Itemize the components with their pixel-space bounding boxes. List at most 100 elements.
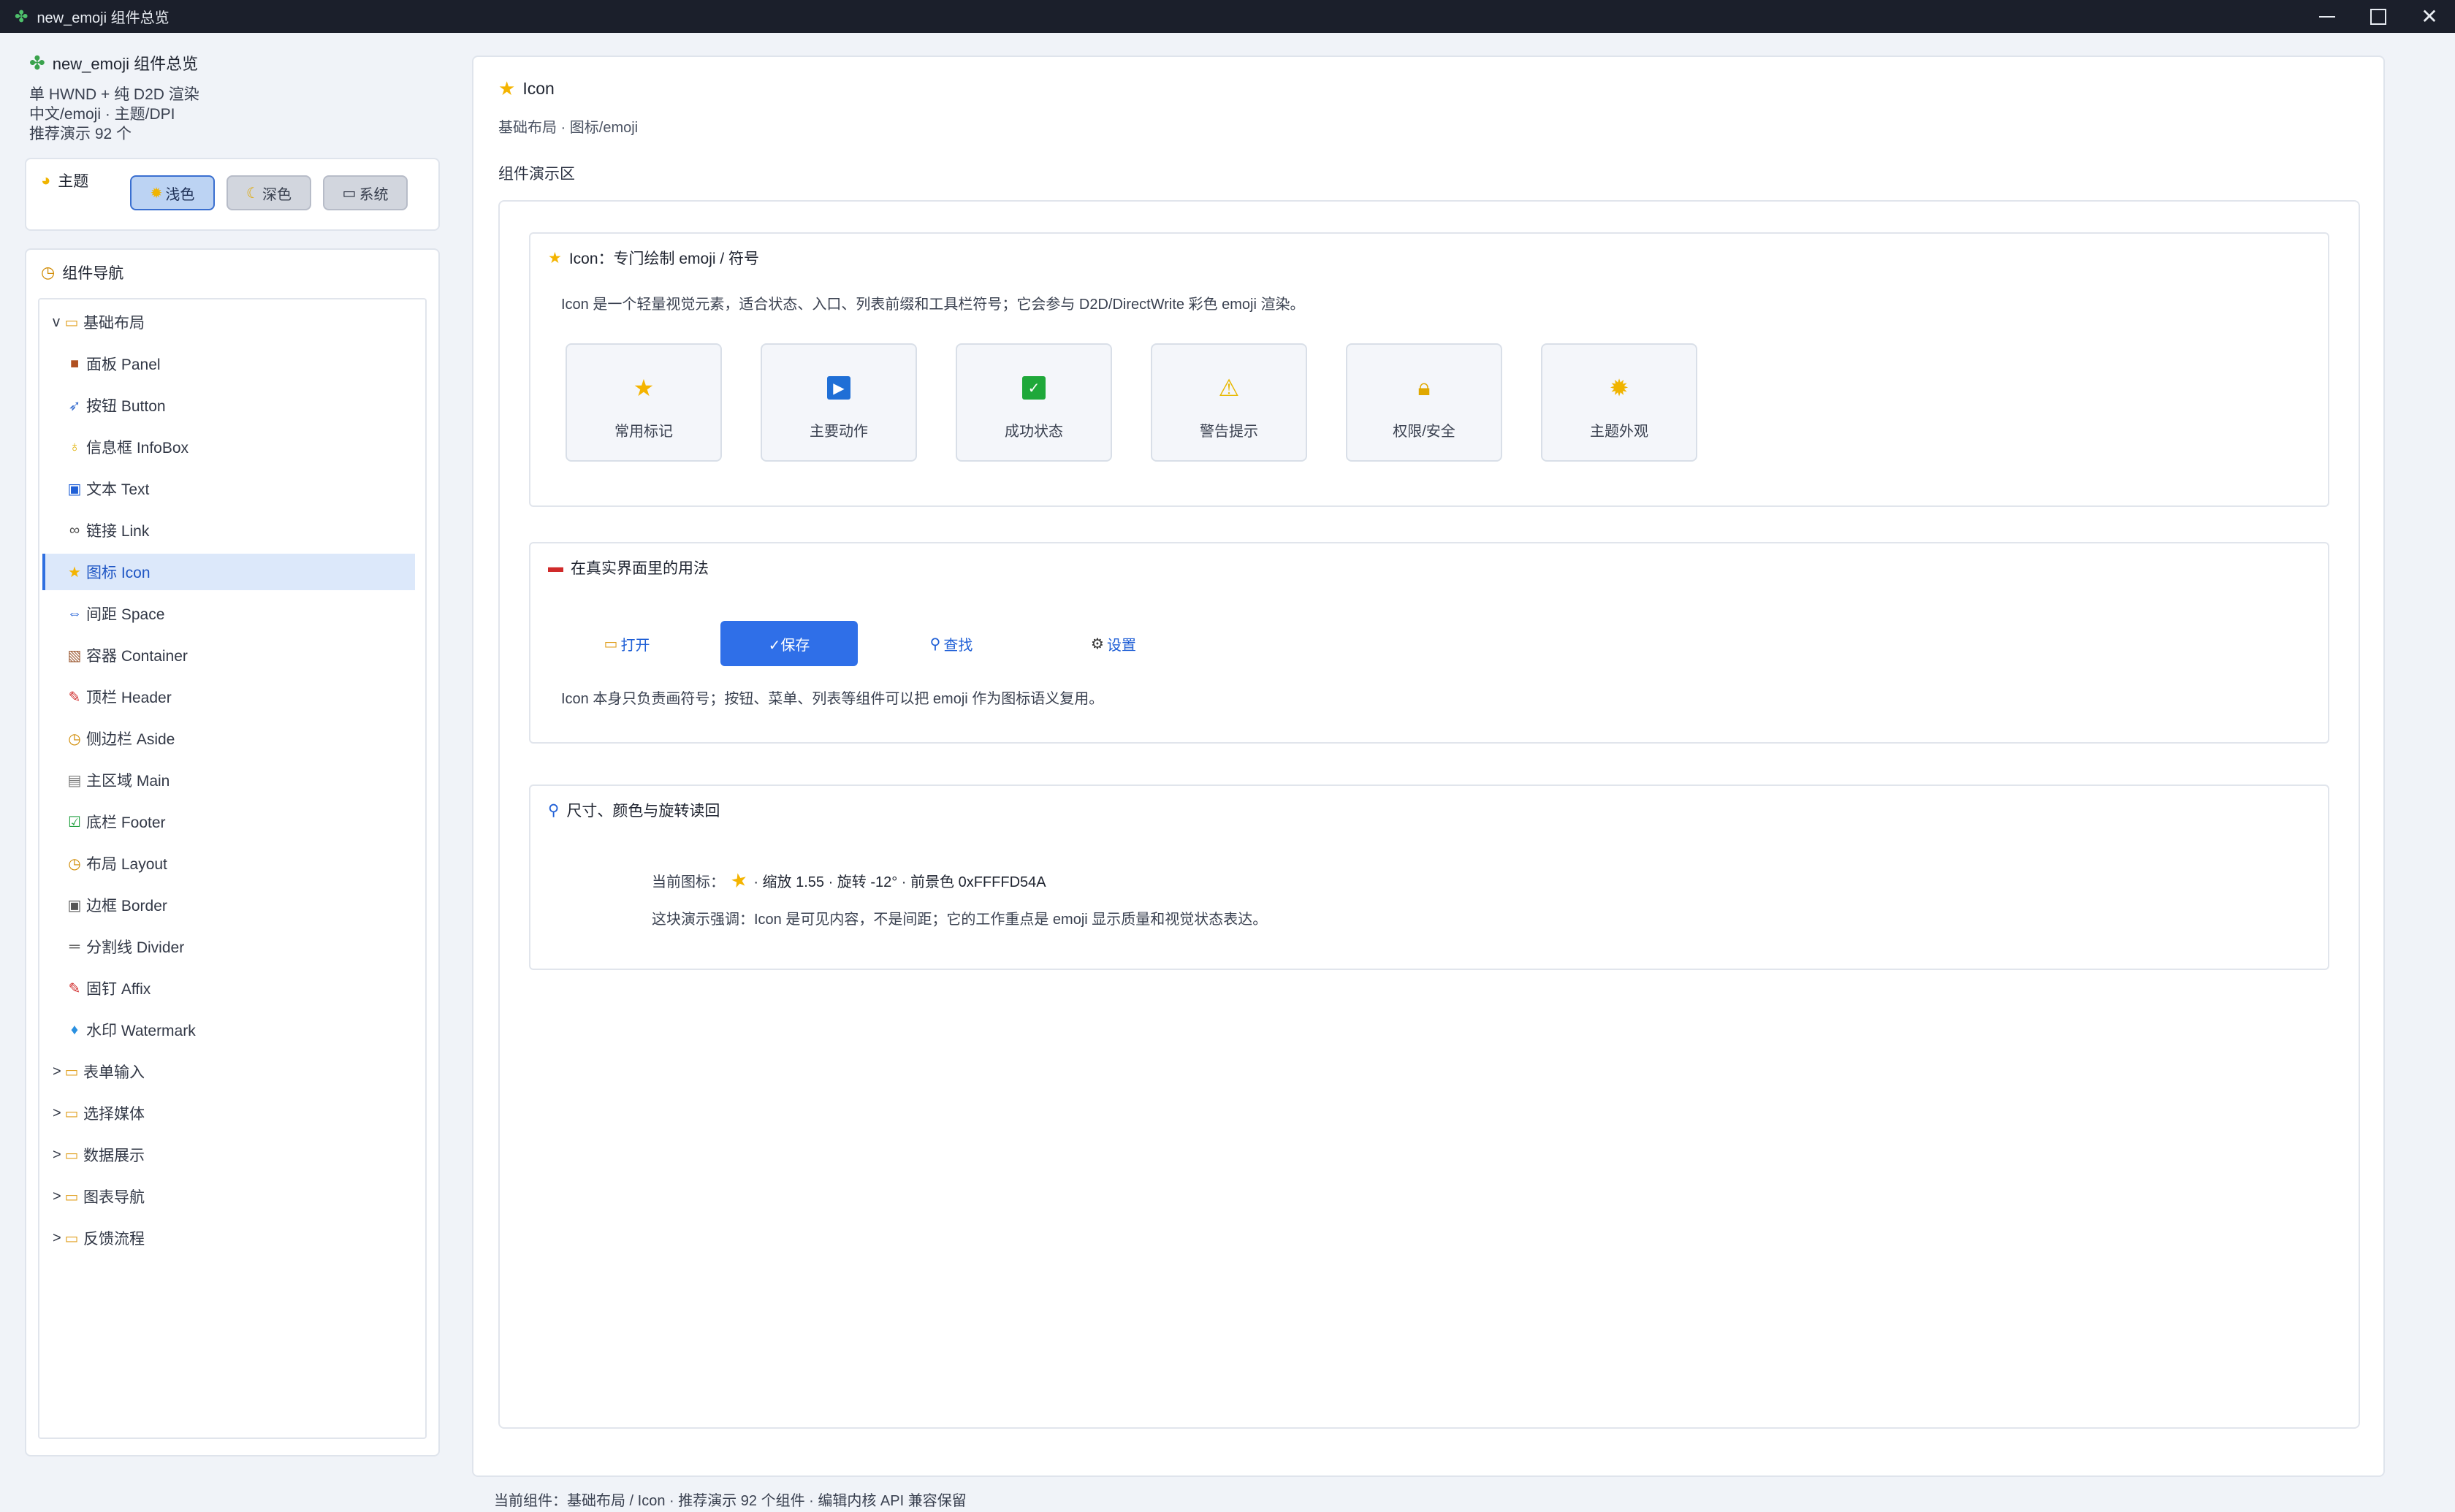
nav-item-container[interactable]: ▧ 容器 Container [39, 637, 415, 673]
nav-item-affix[interactable]: ✎ 固钉 Affix [39, 970, 415, 1007]
window-controls: ✕ [2302, 0, 2455, 33]
nav-item-label: 底栏 Footer [86, 814, 166, 831]
tile-primary-action[interactable]: ▶ 主要动作 [761, 343, 917, 462]
folder-icon: ▭ [64, 1105, 79, 1122]
star-icon: ★ [68, 564, 81, 581]
tile-success-state[interactable]: ✓ 成功状态 [956, 343, 1112, 462]
nav-item-footer[interactable]: ☑ 底栏 Footer [39, 803, 415, 840]
nav-item-infobox[interactable]: ♁ 信息框 InfoBox [39, 429, 415, 465]
section-title: 组件演示区 [498, 166, 575, 183]
action-label: 打开 [620, 637, 650, 654]
nav-item-text[interactable]: ▣ 文本 Text [39, 470, 415, 507]
maximize-button[interactable] [2353, 0, 2404, 33]
meta-line: 推荐演示 92 个 [29, 126, 132, 142]
close-button[interactable]: ✕ [2404, 0, 2455, 33]
compass-icon: ◷ [68, 855, 81, 872]
save-button[interactable]: ✓保存 [720, 621, 858, 666]
nav-group-data-display[interactable]: > ▭ 数据展示 [39, 1137, 415, 1173]
nav-item-label: 容器 Container [86, 648, 188, 665]
size-color-rotation-card: ⚲ 尺寸、颜色与旋转读回 当前图标： ★ · 缩放 1.55 · 旋转 -12°… [529, 784, 2329, 970]
nav-item-link[interactable]: ∞ 链接 Link [39, 512, 415, 549]
nav-tree: v ▭ 基础布局 ■ 面板 Panel ➶ 按钮 Button ♁ 信息框 In… [38, 298, 427, 1439]
bulb-icon: ♁ [69, 438, 80, 455]
tile-warning[interactable]: ⚠ 警告提示 [1151, 343, 1307, 462]
nav-item-label: 面板 Panel [86, 356, 161, 373]
nav-item-label: 边框 Border [86, 898, 167, 915]
nav-item-label: 主区域 Main [86, 773, 170, 790]
nav-item-header[interactable]: ✎ 顶栏 Header [39, 679, 415, 715]
nav-group-feedback-flow[interactable]: > ▭ 反馈流程 [39, 1220, 415, 1256]
search-icon: ⚲ [929, 635, 941, 652]
real-usage-card: ▬ 在真实界面里的用法 ▭ 打开 ✓保存 ⚲ 查找 ⚙ 设置 Icon 本身只负… [529, 542, 2329, 744]
nav-group-label: 表单输入 [83, 1064, 145, 1081]
tile-label: 主要动作 [810, 424, 868, 440]
chevron-right-icon: > [53, 1063, 61, 1080]
magnifier-icon: ⚲ [548, 801, 560, 819]
nav-item-layout[interactable]: ◷ 布局 Layout [39, 845, 415, 882]
nav-group-form-input[interactable]: > ▭ 表单输入 [39, 1053, 415, 1090]
main-panel: ★ Icon 基础布局 · 图标/emoji 组件演示区 ★ Icon：专门绘制… [472, 56, 2385, 1477]
clover-icon: ✤ [15, 7, 28, 26]
nav-group-basic-layout[interactable]: v ▭ 基础布局 [39, 304, 415, 340]
app-title-text: new_emoji 组件总览 [52, 55, 199, 73]
nav-item-label: 按钮 Button [86, 398, 166, 415]
tile-common-mark[interactable]: ★ 常用标记 [566, 343, 722, 462]
tile-theme-appearance[interactable]: ✹ 主题外观 [1541, 343, 1697, 462]
theme-dark-button[interactable]: ☾ 深色 [227, 175, 311, 210]
breadcrumb: 基础布局 · 图标/emoji [498, 120, 639, 136]
app-meta: 单 HWND + 纯 D2D 渲染 中文/emoji · 主题/DPI 推荐演示… [29, 85, 438, 144]
nav-item-main[interactable]: ▤ 主区域 Main [39, 762, 415, 798]
minimize-icon [2319, 15, 2335, 18]
nav-item-label: 布局 Layout [86, 856, 167, 873]
nav-item-border[interactable]: ▣ 边框 Border [39, 887, 415, 923]
nav-group-chart-nav[interactable]: > ▭ 图表导航 [39, 1178, 415, 1215]
search-button[interactable]: ⚲ 查找 [883, 621, 1020, 666]
nav-item-button[interactable]: ➶ 按钮 Button [39, 387, 415, 424]
theme-option-label: 浅色 [165, 186, 195, 203]
tile-label: 警告提示 [1200, 424, 1258, 440]
minimize-button[interactable] [2302, 0, 2353, 33]
nav-group-label: 反馈流程 [83, 1231, 145, 1248]
settings-button[interactable]: ⚙ 设置 [1045, 621, 1182, 666]
pin-icon: ✎ [68, 980, 81, 997]
chevron-right-icon: > [53, 1188, 61, 1204]
nav-item-watermark[interactable]: ♦ 水印 Watermark [39, 1012, 415, 1048]
sun-icon: ✹ [1609, 375, 1629, 401]
nav-item-label: 分割线 Divider [86, 939, 185, 956]
nav-item-space[interactable]: ⇔ 间距 Space [39, 595, 415, 632]
icon-intro-card: ★ Icon：专门绘制 emoji / 符号 Icon 是一个轻量视觉元素，适合… [529, 232, 2329, 507]
nav-item-icon[interactable]: ★ 图标 Icon [42, 554, 415, 590]
nav-item-panel[interactable]: ■ 面板 Panel [39, 345, 415, 382]
nav-item-label: 信息框 InfoBox [86, 440, 189, 457]
nav-item-label: 文本 Text [86, 481, 150, 498]
nav-group-label: 图表导航 [83, 1189, 145, 1206]
close-icon: ✕ [2421, 5, 2438, 28]
meta-line: 中文/emoji · 主题/DPI [29, 106, 175, 123]
box-icon: ▧ [67, 647, 82, 664]
nav-group-select-media[interactable]: > ▭ 选择媒体 [39, 1095, 415, 1131]
theme-label-text: 主题 [58, 173, 89, 190]
open-button[interactable]: ▭ 打开 [558, 621, 696, 666]
action-label: 查找 [943, 637, 973, 654]
space-icon: ⇔ [67, 605, 82, 622]
card-description: Icon 是一个轻量视觉元素，适合状态、入口、列表前缀和工具栏符号；它会参与 D… [561, 297, 1305, 313]
warning-icon: ⚠ [1218, 375, 1240, 401]
nav-card: ◷ 组件导航 v ▭ 基础布局 ■ 面板 Panel ➶ 按钮 Button ♁… [25, 248, 440, 1456]
play-icon: ▶ [827, 374, 850, 402]
nav-item-divider[interactable]: ═ 分割线 Divider [39, 928, 415, 965]
readout-values: · 缩放 1.55 · 旋转 -12° · 前景色 0xFFFFD54A [753, 874, 1046, 890]
app-title: ✤ new_emoji 组件总览 [29, 51, 438, 75]
tile-permission-security[interactable]: 🔒︎ 权限/安全 [1346, 343, 1502, 462]
nav-item-label: 图标 Icon [86, 565, 151, 581]
nav-item-label: 侧边栏 Aside [86, 731, 175, 748]
theme-system-button[interactable]: ▭ 系统 [323, 175, 408, 210]
nav-item-aside[interactable]: ◷ 侧边栏 Aside [39, 720, 415, 757]
chevron-right-icon: > [53, 1146, 61, 1163]
tile-label: 常用标记 [614, 424, 673, 440]
theme-option-label: 系统 [359, 186, 389, 203]
link-icon: ∞ [69, 522, 80, 538]
check-icon: ✓ [1022, 374, 1046, 402]
maximize-icon [2370, 8, 2386, 25]
action-label: ✓保存 [768, 637, 810, 654]
theme-light-button[interactable]: ✹ 浅色 [130, 175, 215, 210]
